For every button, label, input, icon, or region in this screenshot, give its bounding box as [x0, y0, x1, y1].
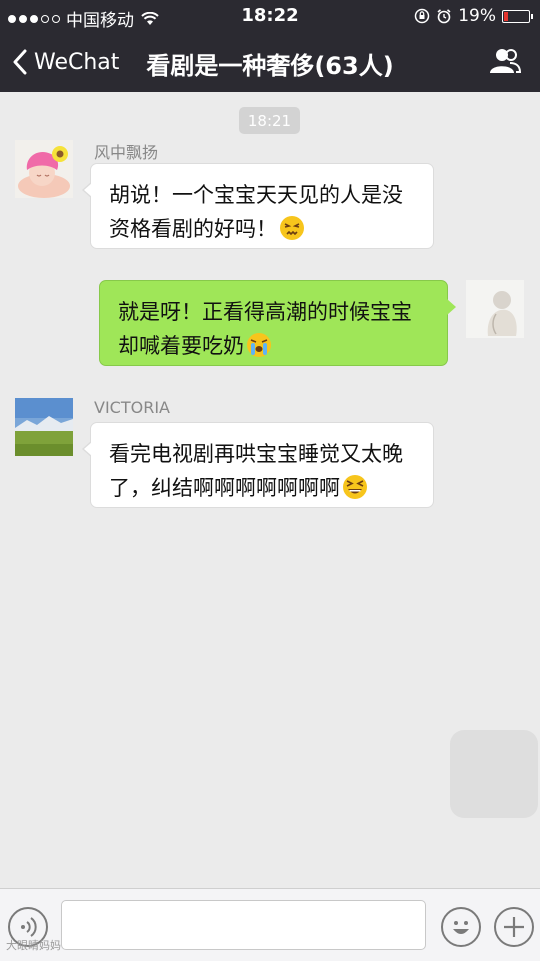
battery-percent: 19% [458, 6, 496, 26]
crying-face-icon [247, 333, 271, 357]
more-button[interactable] [494, 907, 534, 947]
avatar[interactable] [466, 280, 524, 338]
chevron-left-icon [13, 49, 27, 75]
battery-icon [502, 9, 533, 23]
input-bar [0, 888, 540, 961]
message-bubble-incoming[interactable]: 看完电视剧再哄宝宝睡觉又太晚了，纠结啊啊啊啊啊啊啊 [82, 422, 434, 508]
emoji-button[interactable] [441, 907, 481, 947]
watermark-text: 大眼睛妈妈 [6, 939, 61, 952]
sender-name: VICTORIA [94, 398, 170, 417]
grinning-squint-face-icon [343, 475, 367, 499]
group-members-icon[interactable] [488, 46, 522, 76]
alarm-icon [437, 9, 451, 24]
floating-assistive-button[interactable] [450, 730, 538, 818]
message-text: 胡说！一个宝宝天天见的人是没资格看剧的好吗！ [109, 183, 403, 241]
sender-name: 风中飘扬 [94, 143, 159, 162]
status-right: 19% [414, 6, 533, 26]
chat-title: 看剧是一种奢侈(63人) [146, 52, 394, 80]
message-bubble-incoming[interactable]: 胡说！一个宝宝天天见的人是没资格看剧的好吗！ [82, 163, 434, 249]
persevering-face-icon [280, 216, 304, 240]
status-bar: 中国移动 18:22 19% [0, 0, 540, 32]
orientation-lock-icon [414, 8, 430, 24]
baby-photo-icon [15, 140, 73, 198]
baby-photo-icon [466, 280, 524, 338]
battery-level [504, 11, 508, 21]
avatar[interactable] [15, 140, 73, 198]
message-input[interactable] [61, 900, 426, 950]
smiley-icon [453, 921, 469, 934]
landscape-photo-icon [15, 398, 73, 456]
message-bubble-outgoing[interactable]: 就是呀！正看得高潮的时候宝宝却喊着要吃奶 [99, 280, 456, 366]
message-timestamp: 18:21 [239, 107, 300, 134]
nav-bar: WeChat 看剧是一种奢侈(63人) [0, 32, 540, 92]
avatar[interactable] [15, 398, 73, 456]
plus-icon [504, 917, 524, 937]
